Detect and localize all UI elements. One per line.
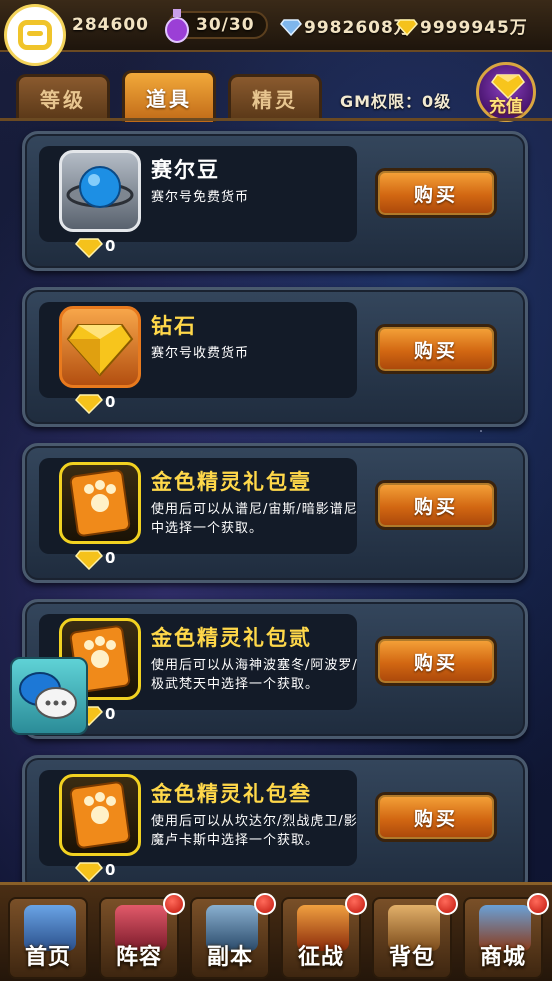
tab-label: 道具 bbox=[146, 87, 192, 111]
nav-home[interactable]: 首页 bbox=[8, 897, 88, 979]
app-logo[interactable] bbox=[4, 4, 66, 66]
diamond-icon bbox=[75, 238, 103, 258]
list-item: 金色精灵礼包壹 使用后可以从谱尼/宙斯/暗影谱尼中选择一个获取。 0 购买 bbox=[22, 443, 528, 583]
nav-dungeon[interactable]: 副本 bbox=[190, 893, 276, 979]
tab-items[interactable]: 道具 bbox=[122, 70, 216, 122]
notification-badge bbox=[527, 893, 549, 915]
silver-counter: 9982608万 bbox=[280, 10, 412, 40]
item-name: 钻石 bbox=[151, 314, 197, 338]
bottom-nav: 首页 阵容 副本 征战 背包 商城 bbox=[0, 882, 552, 981]
diamond-icon bbox=[75, 550, 103, 570]
list-item: 金色精灵礼包贰 使用后可以从海神波塞冬/阿波罗/极武梵天中选择一个获取。 0 购… bbox=[22, 599, 528, 739]
price-value: 0 bbox=[105, 237, 116, 255]
notification-badge bbox=[254, 893, 276, 915]
tab-level[interactable]: 等级 bbox=[16, 74, 110, 120]
list-item: 金色精灵礼包叁 使用后可以从坎达尔/烈战虎卫/影魔卢卡斯中选择一个获取。 0 购… bbox=[22, 755, 528, 882]
diamond-counter: 9999945万 bbox=[396, 10, 528, 40]
item-description: 使用后可以从谱尼/宙斯/暗影谱尼中选择一个获取。 bbox=[151, 502, 358, 536]
buy-button[interactable]: 购买 bbox=[375, 168, 497, 218]
buy-button[interactable]: 购买 bbox=[375, 636, 497, 686]
chat-button[interactable] bbox=[10, 657, 88, 735]
nav-battle[interactable]: 征战 bbox=[281, 893, 367, 979]
gold-pack-icon bbox=[59, 774, 141, 856]
diamond-icon bbox=[75, 862, 103, 882]
item-description: 赛尔号收费货币 bbox=[151, 346, 250, 361]
game-controller-icon bbox=[18, 20, 52, 50]
gold-pack-icon bbox=[59, 462, 141, 544]
silver-gem-icon bbox=[280, 19, 302, 36]
diamond-value: 9999945万 bbox=[420, 17, 528, 38]
diamond-icon bbox=[59, 306, 141, 388]
nav-label: 阵容 bbox=[115, 945, 162, 970]
item-price: 0 bbox=[75, 858, 115, 882]
gold-counter: 284600 bbox=[72, 10, 149, 40]
price-value: 0 bbox=[105, 393, 116, 411]
item-name: 金色精灵礼包贰 bbox=[151, 626, 312, 650]
energy-counter: 30/30 bbox=[165, 9, 268, 43]
price-value: 0 bbox=[105, 549, 116, 567]
top-status-bar: 284600 30/30 9982608万 9999945万 bbox=[0, 0, 552, 52]
diamond-icon bbox=[396, 19, 418, 36]
potion-icon bbox=[165, 9, 189, 43]
gold-value: 284600 bbox=[72, 15, 149, 35]
item-price: 0 bbox=[75, 234, 115, 258]
gm-permission-label: GM权限：0级 bbox=[340, 92, 452, 111]
notification-badge bbox=[436, 893, 458, 915]
buy-button[interactable]: 购买 bbox=[375, 792, 497, 842]
item-price: 0 bbox=[75, 390, 115, 414]
item-price: 0 bbox=[75, 546, 115, 570]
item-list[interactable]: 赛尔豆 赛尔号免费货币 0 购买 钻石 赛尔号收费货币 0 购买 金色精灵礼包壹… bbox=[0, 118, 552, 882]
item-name: 金色精灵礼包壹 bbox=[151, 470, 312, 494]
item-name: 赛尔豆 bbox=[151, 158, 220, 182]
chat-bubbles-icon bbox=[19, 672, 77, 719]
notification-badge bbox=[163, 893, 185, 915]
item-name: 金色精灵礼包叁 bbox=[151, 782, 312, 806]
nav-bag[interactable]: 背包 bbox=[372, 893, 458, 979]
nav-label: 副本 bbox=[206, 945, 253, 970]
item-description: 赛尔号免费货币 bbox=[151, 190, 250, 205]
price-value: 0 bbox=[105, 705, 116, 723]
tab-label: 等级 bbox=[40, 88, 86, 112]
nav-label: 商城 bbox=[479, 945, 526, 970]
buy-button[interactable]: 购买 bbox=[375, 324, 497, 374]
list-item: 赛尔豆 赛尔号免费货币 0 购买 bbox=[22, 131, 528, 271]
tab-label: 精灵 bbox=[252, 88, 298, 112]
price-value: 0 bbox=[105, 861, 116, 879]
nav-shop[interactable]: 商城 bbox=[463, 893, 549, 979]
buy-button[interactable]: 购买 bbox=[375, 480, 497, 530]
item-description: 使用后可以从坎达尔/烈战虎卫/影魔卢卡斯中选择一个获取。 bbox=[151, 814, 358, 848]
item-description: 使用后可以从海神波塞冬/阿波罗/极武梵天中选择一个获取。 bbox=[151, 658, 358, 692]
recharge-button[interactable]: 充值 bbox=[476, 62, 536, 122]
nav-label: 征战 bbox=[297, 945, 344, 970]
recharge-label: 充值 bbox=[489, 97, 523, 117]
nav-label: 背包 bbox=[388, 945, 435, 970]
diamond-icon bbox=[75, 394, 103, 414]
list-item: 钻石 赛尔号收费货币 0 购买 bbox=[22, 287, 528, 427]
nav-label: 首页 bbox=[24, 945, 71, 970]
notification-badge bbox=[345, 893, 367, 915]
energy-value: 30/30 bbox=[196, 15, 255, 35]
tab-spirits[interactable]: 精灵 bbox=[228, 74, 322, 120]
seer-bean-icon bbox=[59, 150, 141, 232]
nav-lineup[interactable]: 阵容 bbox=[99, 893, 185, 979]
